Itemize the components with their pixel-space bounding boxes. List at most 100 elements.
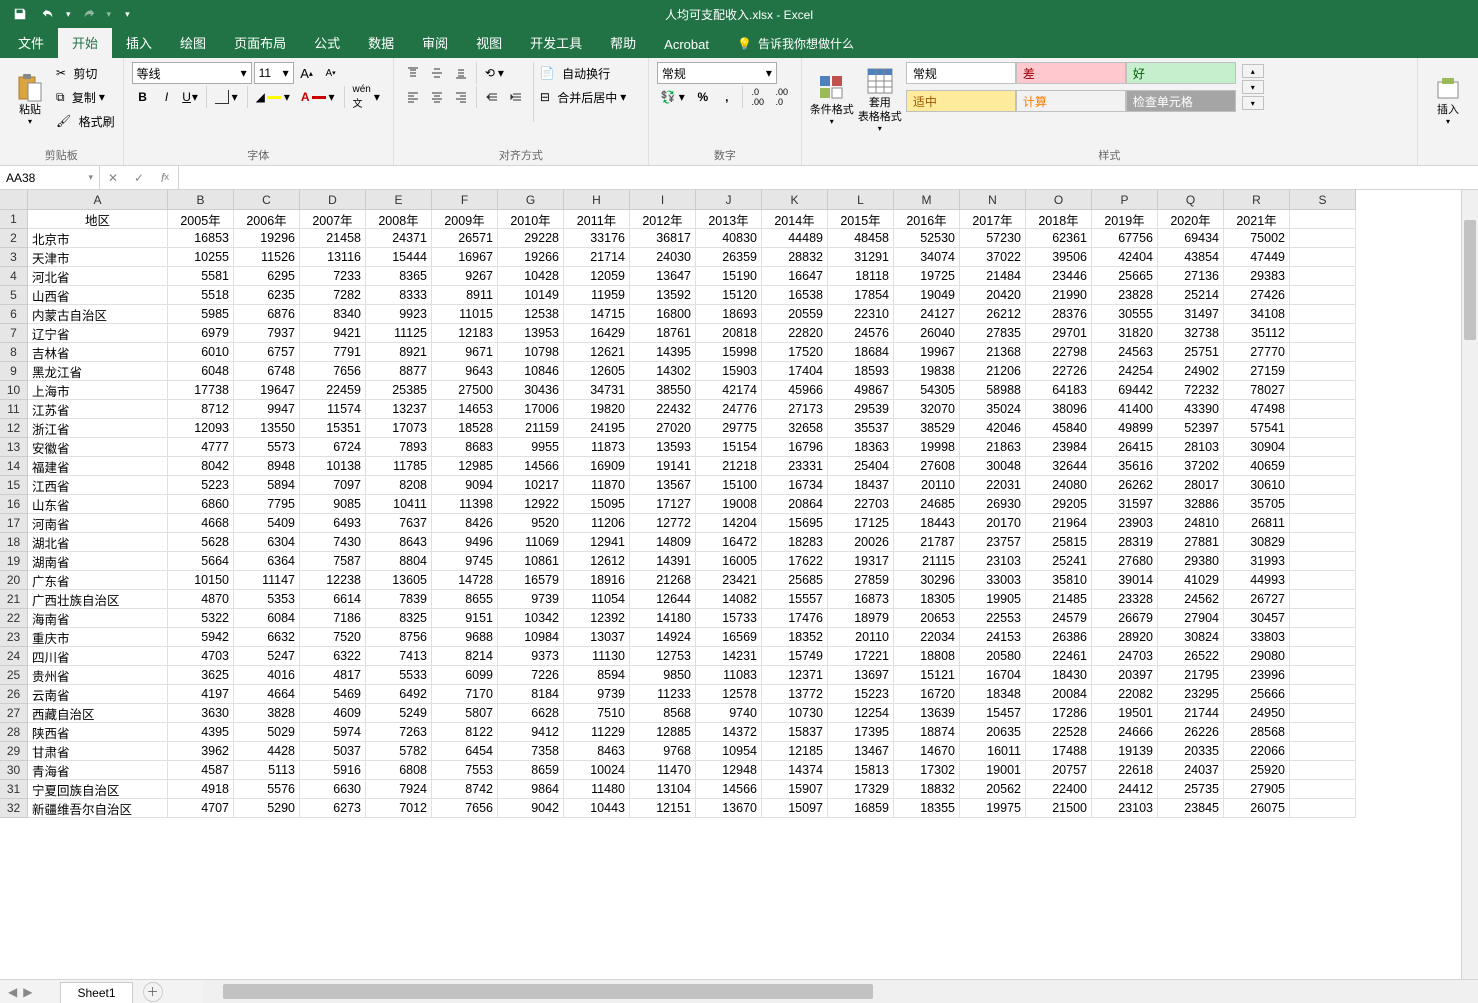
cell[interactable]: 22618 bbox=[1092, 761, 1158, 780]
cell[interactable]: 29205 bbox=[1026, 495, 1092, 514]
cell[interactable]: 甘肃省 bbox=[28, 742, 168, 761]
column-header[interactable]: O bbox=[1026, 190, 1092, 210]
row-header[interactable]: 30 bbox=[0, 761, 28, 780]
cell[interactable]: 10984 bbox=[498, 628, 564, 647]
cell[interactable]: 22432 bbox=[630, 400, 696, 419]
cell[interactable]: 12151 bbox=[630, 799, 696, 818]
accounting-format-button[interactable]: 💱▾ bbox=[657, 86, 690, 108]
cell[interactable]: 5322 bbox=[168, 609, 234, 628]
cell[interactable]: 21268 bbox=[630, 571, 696, 590]
cell[interactable] bbox=[1290, 362, 1356, 381]
cell[interactable]: 14924 bbox=[630, 628, 696, 647]
cell[interactable]: 6295 bbox=[234, 267, 300, 286]
cell[interactable]: 14374 bbox=[762, 761, 828, 780]
tab-review[interactable]: 审阅 bbox=[408, 27, 462, 58]
cell[interactable]: 42174 bbox=[696, 381, 762, 400]
column-header[interactable]: H bbox=[564, 190, 630, 210]
cell[interactable]: 18305 bbox=[894, 590, 960, 609]
cell[interactable]: 11785 bbox=[366, 457, 432, 476]
cell[interactable]: 11873 bbox=[564, 438, 630, 457]
cell[interactable]: 16873 bbox=[828, 590, 894, 609]
cell[interactable]: 19905 bbox=[960, 590, 1026, 609]
cell[interactable]: 21218 bbox=[696, 457, 762, 476]
cell[interactable]: 10443 bbox=[564, 799, 630, 818]
cell[interactable]: 21964 bbox=[1026, 514, 1092, 533]
cell[interactable] bbox=[1290, 400, 1356, 419]
cell[interactable]: 6860 bbox=[168, 495, 234, 514]
cell[interactable]: 7520 bbox=[300, 628, 366, 647]
row-header[interactable]: 16 bbox=[0, 495, 28, 514]
tell-me-search[interactable]: 💡 告诉我你想做什么 bbox=[723, 29, 868, 58]
cell[interactable]: 广西壮族自治区 bbox=[28, 590, 168, 609]
cell[interactable]: 5782 bbox=[366, 742, 432, 761]
cell[interactable]: 9412 bbox=[498, 723, 564, 742]
cell[interactable]: 18593 bbox=[828, 362, 894, 381]
cell[interactable]: 24037 bbox=[1158, 761, 1224, 780]
save-icon[interactable] bbox=[10, 4, 30, 24]
cell[interactable]: 32070 bbox=[894, 400, 960, 419]
row-header[interactable]: 24 bbox=[0, 647, 28, 666]
cell[interactable]: 22726 bbox=[1026, 362, 1092, 381]
cell[interactable]: 23331 bbox=[762, 457, 828, 476]
cell[interactable]: 15223 bbox=[828, 685, 894, 704]
cell[interactable]: 7170 bbox=[432, 685, 498, 704]
column-header[interactable]: A bbox=[28, 190, 168, 210]
cell[interactable]: 青海省 bbox=[28, 761, 168, 780]
column-header[interactable]: Q bbox=[1158, 190, 1224, 210]
cell[interactable]: 14391 bbox=[630, 552, 696, 571]
cell[interactable] bbox=[1290, 381, 1356, 400]
cell[interactable]: 11480 bbox=[564, 780, 630, 799]
cell[interactable]: 28376 bbox=[1026, 305, 1092, 324]
cell[interactable]: 17329 bbox=[828, 780, 894, 799]
cell[interactable]: 14728 bbox=[432, 571, 498, 590]
table-format-button[interactable]: 套用 表格格式 ▾ bbox=[858, 62, 902, 138]
cell[interactable]: 8463 bbox=[564, 742, 630, 761]
font-color-button[interactable]: A▾ bbox=[297, 86, 340, 108]
cell[interactable]: 30436 bbox=[498, 381, 564, 400]
cell[interactable]: 18808 bbox=[894, 647, 960, 666]
underline-button[interactable]: U▾ bbox=[180, 86, 202, 108]
cell[interactable] bbox=[1290, 514, 1356, 533]
row-header[interactable]: 27 bbox=[0, 704, 28, 723]
cell[interactable]: 24371 bbox=[366, 229, 432, 248]
cell[interactable]: 5223 bbox=[168, 476, 234, 495]
cell[interactable]: 57541 bbox=[1224, 419, 1290, 438]
cell[interactable]: 21500 bbox=[1026, 799, 1092, 818]
cell[interactable]: 16909 bbox=[564, 457, 630, 476]
row-header[interactable]: 7 bbox=[0, 324, 28, 343]
cell[interactable]: 33803 bbox=[1224, 628, 1290, 647]
cell[interactable]: 15095 bbox=[564, 495, 630, 514]
cell[interactable]: 28568 bbox=[1224, 723, 1290, 742]
cell[interactable]: 7656 bbox=[300, 362, 366, 381]
cell[interactable]: 8742 bbox=[432, 780, 498, 799]
cell[interactable]: 37202 bbox=[1158, 457, 1224, 476]
cell[interactable]: 16800 bbox=[630, 305, 696, 324]
column-header[interactable]: N bbox=[960, 190, 1026, 210]
cell[interactable]: 20110 bbox=[894, 476, 960, 495]
cell[interactable]: 34108 bbox=[1224, 305, 1290, 324]
cell[interactable]: 7839 bbox=[366, 590, 432, 609]
conditional-format-button[interactable]: 条件格式 ▾ bbox=[810, 62, 854, 138]
column-header[interactable]: M bbox=[894, 190, 960, 210]
cell[interactable]: 52530 bbox=[894, 229, 960, 248]
column-header[interactable]: F bbox=[432, 190, 498, 210]
cell[interactable]: 24576 bbox=[828, 324, 894, 343]
cell[interactable]: 6084 bbox=[234, 609, 300, 628]
cell[interactable]: 49899 bbox=[1092, 419, 1158, 438]
cell[interactable]: 13116 bbox=[300, 248, 366, 267]
cell[interactable]: 43390 bbox=[1158, 400, 1224, 419]
cell[interactable]: 12371 bbox=[762, 666, 828, 685]
format-painter-button[interactable]: 🖌 格式刷 bbox=[56, 110, 115, 132]
cell[interactable]: 29701 bbox=[1026, 324, 1092, 343]
cell[interactable]: 31820 bbox=[1092, 324, 1158, 343]
column-header[interactable]: R bbox=[1224, 190, 1290, 210]
cell[interactable]: 4197 bbox=[168, 685, 234, 704]
cell[interactable]: 10342 bbox=[498, 609, 564, 628]
cell[interactable]: 25735 bbox=[1158, 780, 1224, 799]
cell[interactable]: 4395 bbox=[168, 723, 234, 742]
cell[interactable]: 16005 bbox=[696, 552, 762, 571]
cell[interactable]: 13697 bbox=[828, 666, 894, 685]
column-header[interactable]: K bbox=[762, 190, 828, 210]
cell[interactable]: 7637 bbox=[366, 514, 432, 533]
increase-decimal-button[interactable]: .0.00 bbox=[747, 86, 769, 108]
